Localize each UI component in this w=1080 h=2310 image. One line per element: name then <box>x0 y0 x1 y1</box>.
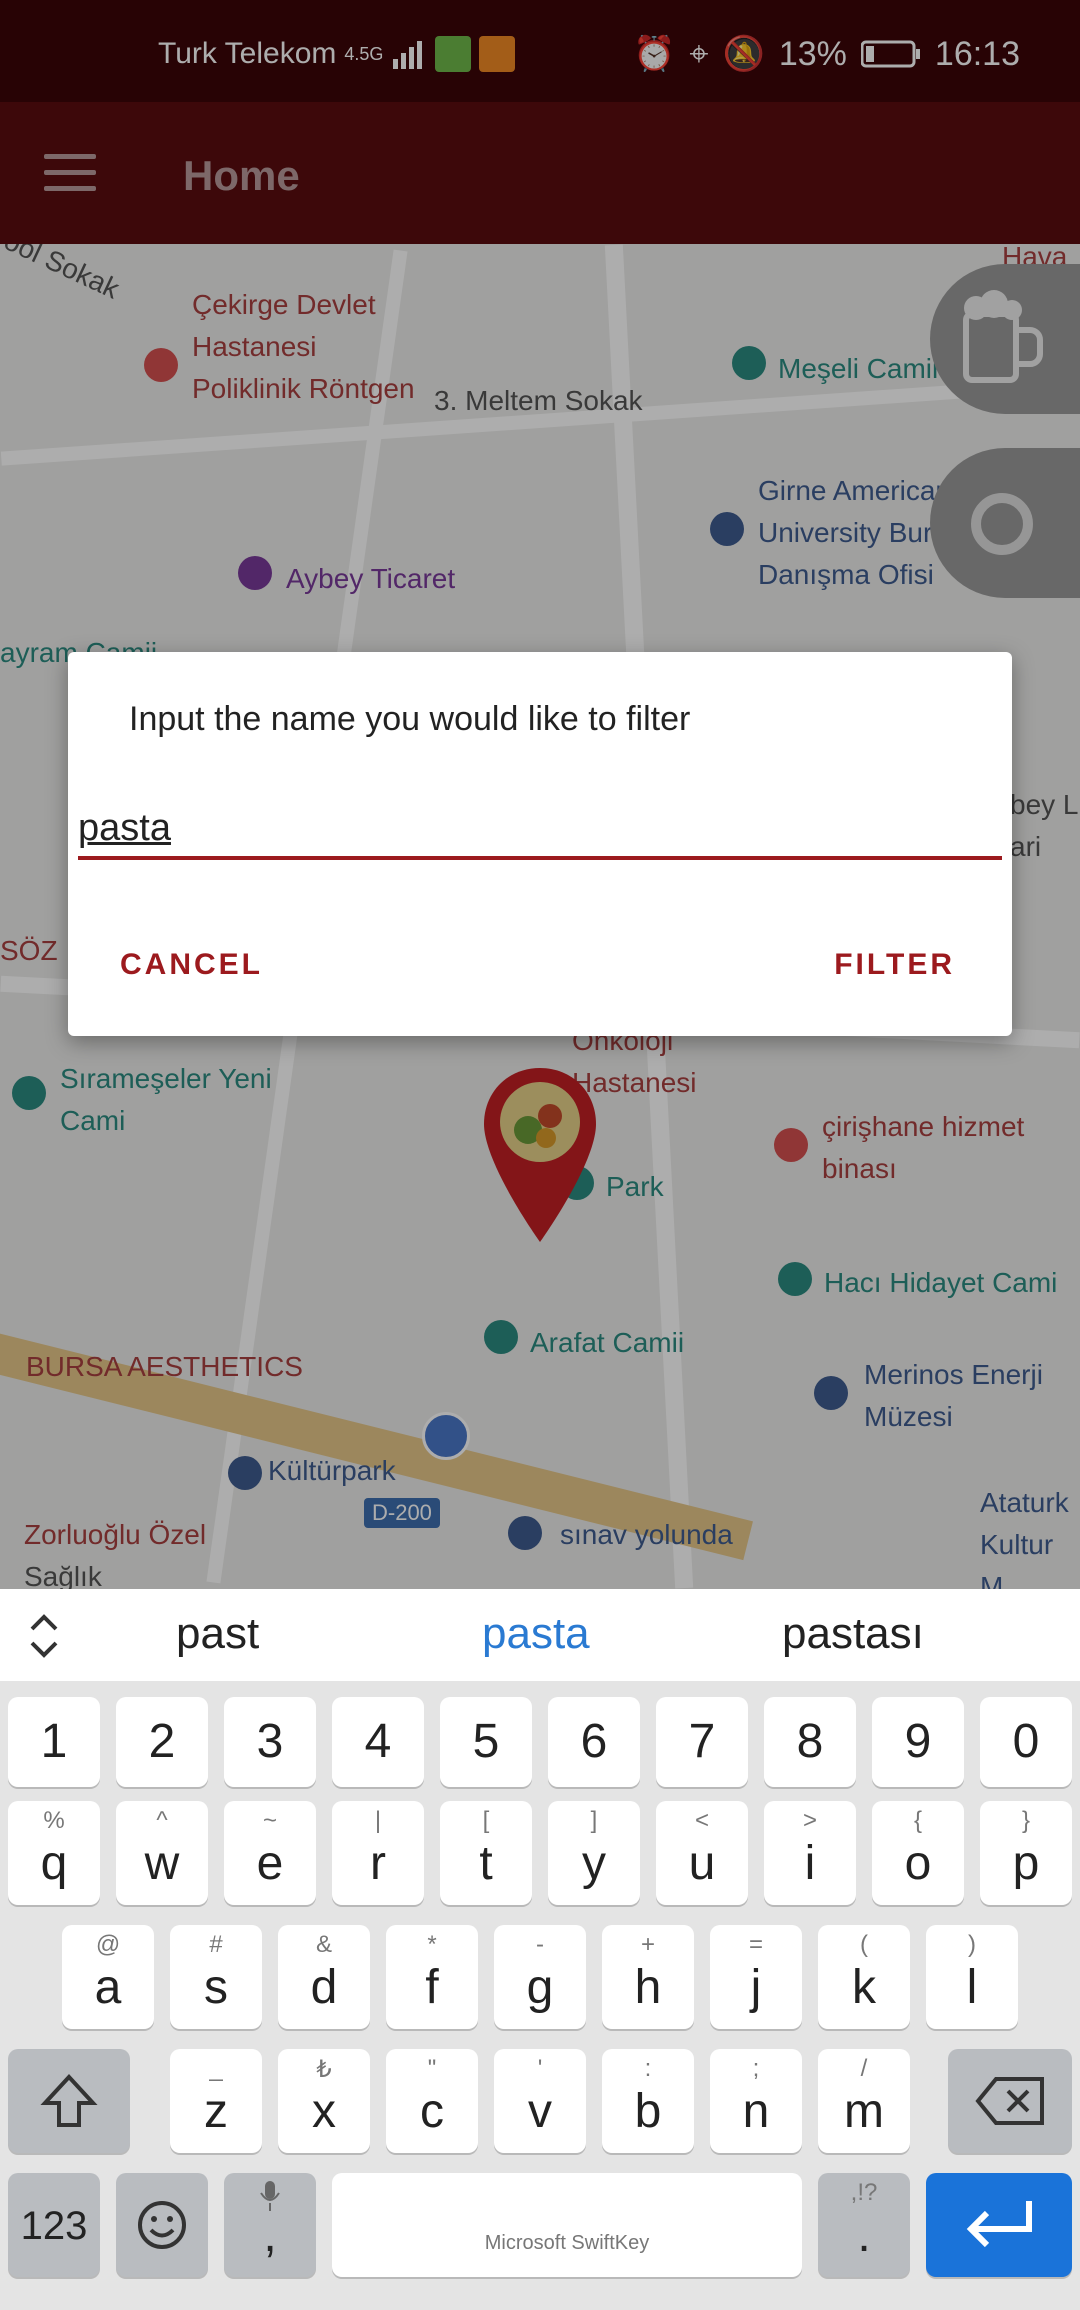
key-h[interactable]: + h <box>602 1925 694 2029</box>
suggestion-2[interactable]: pasta <box>482 1609 590 1659</box>
key-b[interactable]: :b <box>602 2049 694 2153</box>
key-e[interactable]: ~ e <box>224 1801 316 1905</box>
key-3[interactable]: 3 <box>224 1697 316 1787</box>
key-z[interactable]: _ z <box>170 2049 262 2153</box>
key-i[interactable]: > i <box>764 1801 856 1905</box>
key-p[interactable]: } p <box>980 1801 1072 1905</box>
enter-key[interactable] <box>926 2173 1072 2277</box>
emoji-key[interactable] <box>116 2173 208 2277</box>
key-q[interactable]: % q <box>8 1801 100 1905</box>
keyboard: past pasta pastası 1 2 3 4 5 6 7 8 9 0 %… <box>0 1589 1080 2310</box>
key-v[interactable]: ' v <box>494 2049 586 2153</box>
filter-name-input[interactable] <box>78 800 1002 860</box>
key-y[interactable]: ] y <box>548 1801 640 1905</box>
key-m[interactable]: / m <box>818 2049 910 2153</box>
cancel-button[interactable]: CANCEL <box>120 948 263 982</box>
emoji-icon <box>138 2201 186 2249</box>
key-5[interactable]: 5 <box>440 1697 532 1787</box>
symbols-key[interactable]: 123 <box>8 2173 100 2277</box>
key-j[interactable]: = j <box>710 1925 802 2029</box>
key-o[interactable]: {o <box>872 1801 964 1905</box>
key-4[interactable]: 4 <box>332 1697 424 1787</box>
key-x[interactable]: ₺ x <box>278 2049 370 2153</box>
key-u[interactable]: < u <box>656 1801 748 1905</box>
key-f[interactable]: * f <box>386 1925 478 2029</box>
backspace-key[interactable] <box>948 2049 1072 2153</box>
key-r[interactable]: | r <box>332 1801 424 1905</box>
backspace-icon <box>975 2077 1044 2125</box>
suggestion-1[interactable]: past <box>176 1609 259 1659</box>
comma-key[interactable]: , <box>224 2173 316 2277</box>
key-t[interactable]: [t <box>440 1801 532 1905</box>
key-l[interactable]: ) l <box>926 1925 1018 2029</box>
space-key[interactable]: Microsoft SwiftKey <box>332 2173 802 2277</box>
shift-key[interactable] <box>8 2049 130 2153</box>
enter-icon <box>966 2201 1032 2248</box>
key-w[interactable]: ^ w <box>116 1801 208 1905</box>
key-0[interactable]: 0 <box>980 1697 1072 1787</box>
shift-icon <box>40 2074 98 2127</box>
filter-button[interactable]: FILTER <box>834 948 955 982</box>
key-c[interactable]: " c <box>386 2049 478 2153</box>
key-7[interactable]: 7 <box>656 1697 748 1787</box>
key-6[interactable]: 6 <box>548 1697 640 1787</box>
dialog-title: Input the name you would like to filter <box>129 700 691 738</box>
key-n[interactable]: ; n <box>710 2049 802 2153</box>
expand-toolbar-icon[interactable] <box>24 1611 64 1661</box>
key-a[interactable]: @ a <box>62 1925 154 2029</box>
period-key[interactable]: ,!?. <box>818 2173 910 2277</box>
key-d[interactable]: & d <box>278 1925 370 2029</box>
key-8[interactable]: 8 <box>764 1697 856 1787</box>
key-g[interactable]: -g <box>494 1925 586 2029</box>
filter-dialog: Input the name you would like to filter … <box>68 652 1012 1036</box>
key-k[interactable]: (k <box>818 1925 910 2029</box>
key-9[interactable]: 9 <box>872 1697 964 1787</box>
key-1[interactable]: 1 <box>8 1697 100 1787</box>
suggestion-bar: past pasta pastası <box>0 1589 1080 1681</box>
key-2[interactable]: 2 <box>116 1697 208 1787</box>
key-s[interactable]: # s <box>170 1925 262 2029</box>
suggestion-3[interactable]: pastası <box>782 1609 924 1659</box>
